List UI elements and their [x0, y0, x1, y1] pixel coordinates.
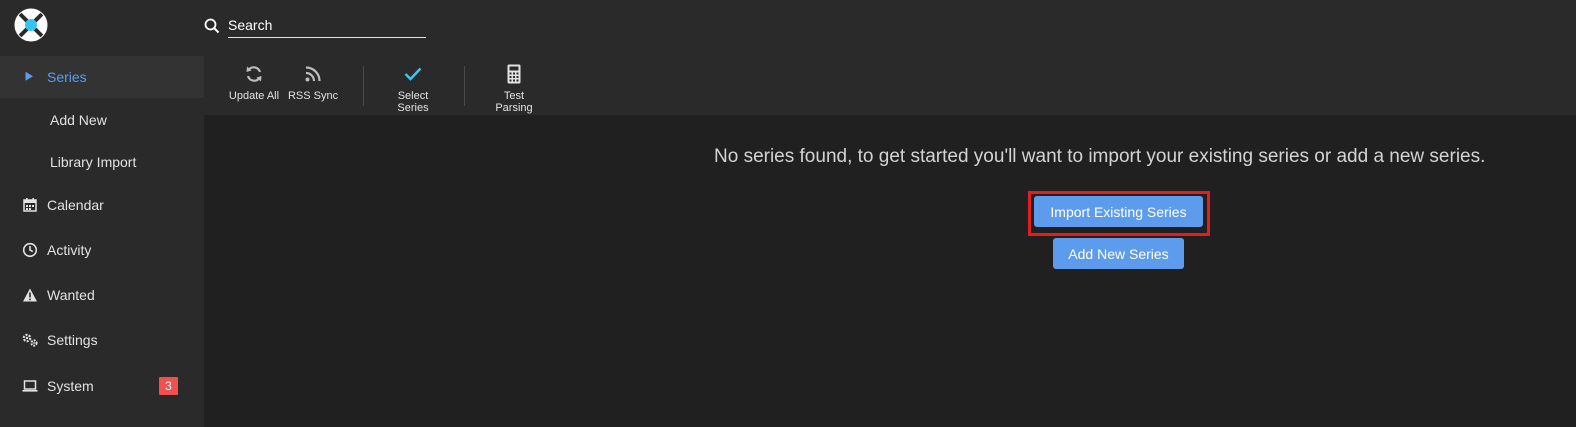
sidebar-item-settings[interactable]: Settings	[0, 319, 204, 361]
toolbar: Update All RSS Sync Select Series Test P…	[204, 56, 1576, 115]
sidebar-item-system[interactable]: System 3	[0, 365, 204, 407]
laptop-icon	[22, 380, 38, 392]
sidebar-item-label: Settings	[47, 332, 98, 348]
calendar-icon	[23, 198, 37, 212]
sidebar-item-add-new[interactable]: Add New	[0, 99, 204, 141]
rss-icon	[305, 66, 321, 82]
clock-icon	[22, 242, 38, 258]
sidebar-item-activity[interactable]: Activity	[0, 229, 204, 271]
top-bar	[0, 0, 1576, 56]
checkmark-icon	[404, 67, 422, 81]
update-all-label: Update All	[228, 90, 280, 102]
test-parsing-label-line2: Parsing	[495, 102, 533, 114]
sidebar-item-library-import[interactable]: Library Import	[0, 141, 204, 183]
test-parsing-button[interactable]: Test Parsing	[490, 56, 538, 115]
empty-state-message: No series found, to get started you'll w…	[714, 146, 1486, 167]
refresh-icon	[246, 66, 262, 82]
test-parsing-label-line1: Test	[503, 90, 525, 102]
rss-sync-button[interactable]: RSS Sync	[288, 56, 338, 115]
toolbar-separator	[363, 66, 364, 106]
sidebar-item-label: Wanted	[47, 287, 95, 303]
toolbar-separator	[464, 66, 465, 106]
gears-icon	[22, 333, 38, 347]
add-new-series-button[interactable]: Add New Series	[1053, 238, 1184, 269]
update-all-button[interactable]: Update All	[226, 56, 282, 115]
sidebar-item-label: Series	[47, 69, 87, 85]
sidebar-item-label: Activity	[47, 242, 92, 258]
sidebar-item-label: Library Import	[50, 154, 137, 170]
status-badge: 3	[159, 377, 178, 395]
search-icon	[204, 18, 220, 34]
select-series-button[interactable]: Select Series	[389, 56, 437, 115]
select-series-label-line2: Series	[397, 102, 429, 114]
sidebar-item-label: Add New	[50, 112, 107, 128]
select-series-label-line1: Select	[397, 90, 429, 102]
sidebar-item-label: Calendar	[47, 197, 104, 213]
warning-icon	[23, 288, 37, 302]
play-icon	[25, 71, 33, 81]
sonarr-logo-icon[interactable]	[14, 8, 48, 42]
search-input[interactable]	[228, 14, 426, 38]
sidebar-item-wanted[interactable]: Wanted	[0, 274, 204, 316]
search-box	[204, 14, 428, 40]
import-existing-series-button[interactable]: Import Existing Series	[1034, 196, 1203, 227]
sidebar-item-label: System	[47, 378, 94, 394]
rss-sync-label: RSS Sync	[287, 90, 339, 102]
sidebar: Series Add New Library Import Calendar A…	[0, 56, 204, 427]
sidebar-item-series[interactable]: Series	[0, 56, 204, 98]
sidebar-item-calendar[interactable]: Calendar	[0, 184, 204, 226]
calculator-icon	[507, 64, 521, 84]
